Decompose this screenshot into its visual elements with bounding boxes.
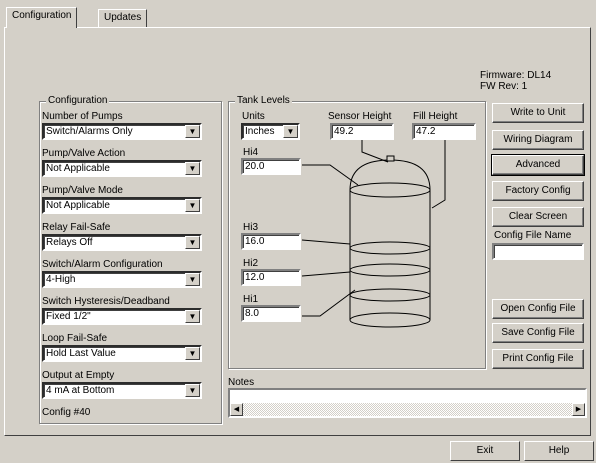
open-config-file-button[interactable]: Open Config File [492, 299, 584, 319]
hi2-leader-line [301, 271, 351, 277]
units-select-value: Inches [245, 126, 275, 137]
chevron-down-icon[interactable]: ▼ [185, 347, 200, 360]
tab-updates-label: Updates [104, 12, 142, 23]
hi3-leader-line [301, 239, 351, 245]
notes-horizontal-scrollbar[interactable]: ◀ ▶ [230, 403, 585, 416]
config-field-value: Hold Last Value [46, 348, 116, 359]
notes-field[interactable]: ◀ ▶ [228, 388, 587, 418]
chevron-down-icon[interactable]: ▼ [185, 310, 200, 323]
hi4-label: Hi4 [243, 147, 259, 158]
config-number: Config #40 [42, 407, 91, 418]
firmware-version: Firmware: DL14 [480, 70, 552, 81]
config-field-value: Not Applicable [46, 200, 110, 211]
config-field-label: Loop Fail-Safe [42, 333, 108, 344]
chevron-down-icon[interactable]: ▼ [185, 273, 200, 286]
advanced-button[interactable]: Advanced [491, 154, 585, 176]
sensor-height-leader-line [361, 140, 389, 163]
chevron-down-icon[interactable]: ▼ [185, 199, 200, 212]
hi2-label: Hi2 [243, 258, 259, 269]
hi3-level-ring [349, 241, 431, 255]
sensor-height-label: Sensor Height [328, 111, 392, 122]
chevron-down-icon[interactable]: ▼ [185, 162, 200, 175]
config-field-label: Switch/Alarm Configuration [42, 259, 163, 270]
hi4-input[interactable]: 20.0 [241, 158, 301, 175]
write-to-unit-button[interactable]: Write to Unit [492, 103, 584, 123]
hi1-leader-line [302, 289, 356, 317]
fill-height-input[interactable]: 47.2 [412, 123, 476, 140]
config-field-select[interactable]: Not Applicable ▼ [42, 197, 202, 214]
units-select[interactable]: Inches ▼ [241, 123, 300, 140]
wiring-diagram-button[interactable]: Wiring Diagram [492, 130, 584, 150]
sensor-icon [386, 155, 395, 162]
config-field-select[interactable]: Not Applicable ▼ [42, 160, 202, 177]
sensor-height-input[interactable]: 49.2 [330, 123, 394, 140]
config-field-value: Not Applicable [46, 163, 110, 174]
factory-config-button[interactable]: Factory Config [492, 181, 584, 201]
hi1-level-ring [349, 288, 431, 302]
config-field-label: Switch Hysteresis/Deadband [42, 296, 170, 307]
clear-screen-button[interactable]: Clear Screen [492, 207, 584, 227]
scroll-left-icon[interactable]: ◀ [230, 403, 243, 416]
exit-button[interactable]: Exit [450, 441, 520, 461]
scroll-right-icon[interactable]: ▶ [572, 403, 585, 416]
config-field-value: Fixed 1/2" [46, 311, 91, 322]
config-field-value: Relays Off [46, 237, 93, 248]
fill-height-label: Fill Height [413, 111, 458, 122]
chevron-down-icon[interactable]: ▼ [185, 125, 200, 138]
config-field-label: Pump/Valve Action [42, 148, 126, 159]
hi4-leader-line [302, 164, 359, 186]
config-field-select[interactable]: Relays Off ▼ [42, 234, 202, 251]
configuration-group-title: Configuration [46, 95, 110, 106]
hi1-input[interactable]: 8.0 [241, 305, 301, 322]
save-config-file-button[interactable]: Save Config File [492, 323, 584, 343]
print-config-file-button[interactable]: Print Config File [492, 349, 584, 369]
config-file-name-input[interactable] [492, 243, 584, 260]
hi1-label: Hi1 [243, 294, 259, 305]
tank-bottom-ellipse [349, 312, 431, 328]
chevron-down-icon[interactable]: ▼ [185, 384, 200, 397]
hi2-level-ring [349, 263, 431, 277]
config-field-label: Number of Pumps [42, 111, 123, 122]
config-field-label: Pump/Valve Mode [42, 185, 123, 196]
hi2-input[interactable]: 12.0 [241, 269, 301, 286]
units-label: Units [242, 111, 265, 122]
tab-configuration-label: Configuration [12, 10, 72, 21]
chevron-down-icon[interactable]: ▼ [283, 125, 298, 138]
config-field-value: 4-High [46, 274, 76, 285]
firmware-rev: FW Rev: 1 [480, 81, 528, 92]
config-field-label: Output at Empty [42, 370, 115, 381]
help-button[interactable]: Help [524, 441, 594, 461]
config-field-value: 4 mA at Bottom [46, 385, 115, 396]
tank-outline [349, 159, 431, 320]
config-field-select[interactable]: 4 mA at Bottom ▼ [42, 382, 202, 399]
config-field-select[interactable]: Hold Last Value ▼ [42, 345, 202, 362]
tab-configuration[interactable]: Configuration [6, 7, 78, 28]
config-field-select[interactable]: Fixed 1/2" ▼ [42, 308, 202, 325]
tank-top-ellipse [349, 182, 431, 198]
config-field-value: Switch/Alarms Only [46, 126, 133, 137]
tank-diagram [301, 140, 446, 328]
tank-levels-group-title: Tank Levels [235, 95, 292, 106]
notes-label: Notes [228, 377, 255, 388]
chevron-down-icon[interactable]: ▼ [185, 236, 200, 249]
config-field-select[interactable]: 4-High ▼ [42, 271, 202, 288]
fill-height-leader-line [431, 140, 446, 209]
config-file-name-label: Config File Name [494, 230, 572, 241]
config-field-label: Relay Fail-Safe [42, 222, 111, 233]
hi3-label: Hi3 [243, 222, 259, 233]
config-field-select[interactable]: Switch/Alarms Only ▼ [42, 123, 202, 140]
hi3-input[interactable]: 16.0 [241, 233, 301, 250]
tab-updates[interactable]: Updates [98, 9, 148, 27]
